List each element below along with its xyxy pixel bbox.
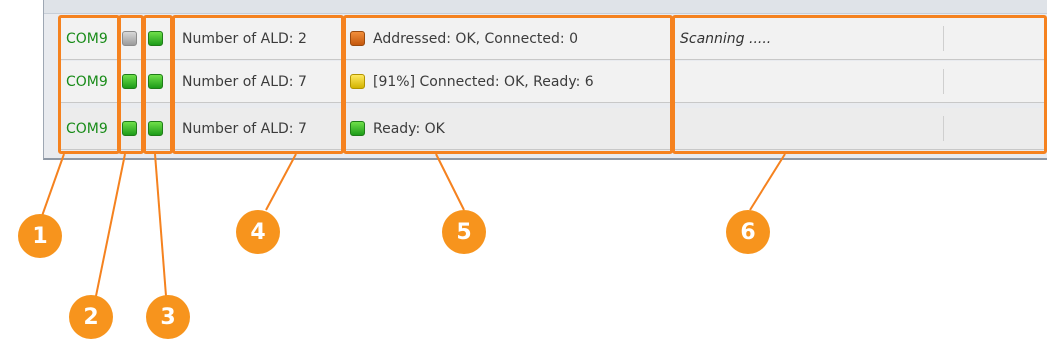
callout-badge-6: 6 [726,210,770,254]
callout-badge-5: 5 [442,210,486,254]
callout-badge-2: 2 [69,295,113,339]
callout-line-4 [265,153,297,211]
callout-line-2 [95,153,126,297]
callout-line-1 [41,153,65,217]
callout-badge-4: 4 [236,210,280,254]
callout-line-6 [749,153,786,211]
callout-line-3 [154,153,167,297]
callout-line-5 [435,153,465,211]
callout-badge-3: 3 [146,295,190,339]
callout-badge-1: 1 [18,214,62,258]
